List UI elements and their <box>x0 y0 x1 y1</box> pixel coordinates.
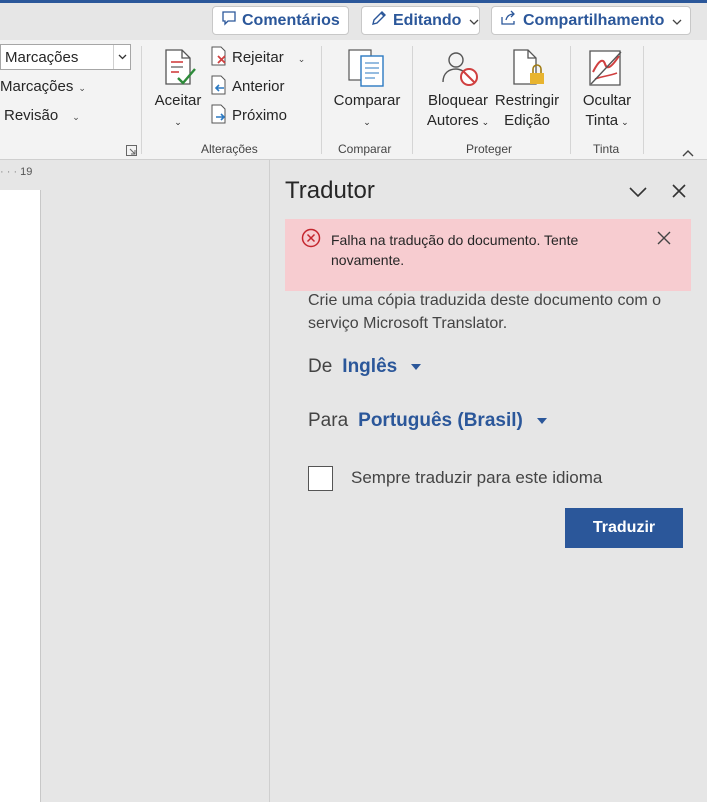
group-separator <box>643 46 644 154</box>
translate-button[interactable]: Traduzir <box>565 508 683 548</box>
chevron-down-icon: ⌄ <box>621 117 629 127</box>
protect-group-label: Proteger <box>466 142 513 156</box>
error-banner: Falha na tradução do documento. Tente no… <box>285 219 691 291</box>
ruler-number: 19 <box>20 166 33 178</box>
chevron-down-icon: ⌄ <box>481 117 490 127</box>
restrict-editing-label: Restringir <box>494 92 560 109</box>
dialog-launcher-icon[interactable] <box>126 143 137 161</box>
editing-mode-button[interactable]: Editando <box>361 6 480 35</box>
compare-icon <box>347 48 387 93</box>
pane-options-chevron-icon[interactable] <box>628 182 648 202</box>
pane-divider[interactable] <box>269 160 270 802</box>
accept-icon <box>158 46 202 90</box>
reject-label: Rejeitar <box>232 49 284 66</box>
horizontal-ruler: · · · 19 <box>0 166 33 178</box>
review-pane-label: Revisão <box>4 107 59 124</box>
share-label: Compartilhamento <box>523 11 665 29</box>
source-language-row: De Inglês <box>308 356 422 378</box>
document-page[interactable] <box>0 190 41 802</box>
target-language-value: Português (Brasil) <box>358 410 523 431</box>
accept-label: Aceitar <box>154 92 202 109</box>
block-authors-label: Bloquear <box>427 92 489 109</box>
close-icon[interactable] <box>670 182 690 202</box>
hide-ink-label: Ocultar <box>582 92 632 109</box>
group-separator <box>412 46 413 154</box>
chevron-down-icon: ⌄ <box>363 117 371 127</box>
group-separator <box>570 46 571 154</box>
next-label: Próximo <box>232 107 288 124</box>
compare-group-label: Comparar <box>338 142 392 156</box>
title-bar-accent <box>0 0 707 3</box>
markup-select-value: Marcações <box>5 48 79 66</box>
show-markup-button[interactable]: Marcações ⌄ <box>0 78 86 95</box>
group-separator <box>141 46 142 154</box>
restrict-editing-label-2: Edição <box>504 112 550 129</box>
restrict-editing-icon <box>508 48 548 93</box>
chevron-down-icon <box>672 12 682 30</box>
to-label: Para <box>308 410 349 431</box>
block-authors-icon <box>440 48 480 93</box>
restrict-editing-button[interactable]: Restringir Edição <box>492 91 562 131</box>
chevron-down-icon <box>113 45 130 69</box>
pencil-icon <box>370 9 388 32</box>
dismiss-error-icon[interactable] <box>656 230 672 251</box>
reject-button[interactable]: Rejeitar ⌄ <box>232 49 305 66</box>
source-language-dropdown[interactable]: Inglês <box>332 356 422 378</box>
chevron-down-icon: ⌄ <box>72 112 80 122</box>
always-translate-checkbox[interactable] <box>308 466 333 491</box>
comment-icon <box>221 10 237 31</box>
reject-icon <box>209 46 229 71</box>
chevron-down-icon <box>469 12 479 30</box>
editing-label: Editando <box>393 11 462 29</box>
comments-button[interactable]: Comentários <box>212 6 349 35</box>
previous-change-button[interactable]: Anterior <box>232 78 285 95</box>
ink-group-label: Tinta <box>593 142 620 156</box>
source-language-value: Inglês <box>342 356 398 377</box>
always-translate-label: Sempre traduzir para este idioma <box>351 468 603 487</box>
group-separator <box>321 46 322 154</box>
hide-ink-button[interactable]: Ocultar Tinta ⌄ <box>574 91 640 132</box>
hide-ink-label-2: Tinta <box>585 112 619 129</box>
block-authors-label-2: Autores <box>426 112 479 129</box>
translator-description: Crie uma cópia traduzida deste documento… <box>308 292 662 332</box>
chevron-down-icon: ⌄ <box>174 117 182 127</box>
error-icon <box>301 228 321 253</box>
next-change-icon <box>209 104 229 129</box>
block-authors-button[interactable]: Bloquear Autores ⌄ <box>424 91 492 132</box>
translator-pane-title: Tradutor <box>285 177 375 204</box>
show-markup-label: Marcações <box>0 78 74 95</box>
accept-button[interactable]: Aceitar ⌄ <box>152 91 204 132</box>
comments-label: Comentários <box>242 11 340 29</box>
dropdown-triangle-icon <box>536 418 547 424</box>
changes-group-label: Alterações <box>201 142 258 156</box>
ribbon: Marcações Marcações ⌄ Revisão ⌄ Aceitar ⌄ … <box>0 40 707 160</box>
share-button[interactable]: Compartilhamento <box>491 6 691 35</box>
chevron-down-icon: ⌄ <box>297 54 306 64</box>
previous-change-icon <box>209 75 229 100</box>
markup-display-select[interactable]: Marcações <box>0 44 131 70</box>
target-language-row: Para Português (Brasil) <box>308 410 547 432</box>
collapse-ribbon-icon[interactable] <box>682 144 694 162</box>
reviewing-pane-button[interactable]: Revisão ⌄ <box>4 107 80 124</box>
next-change-button[interactable]: Próximo <box>232 107 287 124</box>
chevron-down-icon: ⌄ <box>78 83 86 93</box>
hide-ink-icon <box>587 48 627 93</box>
target-language-dropdown[interactable]: Português (Brasil) <box>348 410 547 432</box>
dropdown-triangle-icon <box>411 364 422 370</box>
compare-label: Comparar <box>333 92 401 109</box>
error-message: Falha na tradução do documento. Tente no… <box>331 232 579 268</box>
compare-button[interactable]: Comparar ⌄ <box>331 91 403 132</box>
previous-label: Anterior <box>232 78 285 95</box>
from-label: De <box>308 356 333 377</box>
share-icon <box>500 10 518 31</box>
